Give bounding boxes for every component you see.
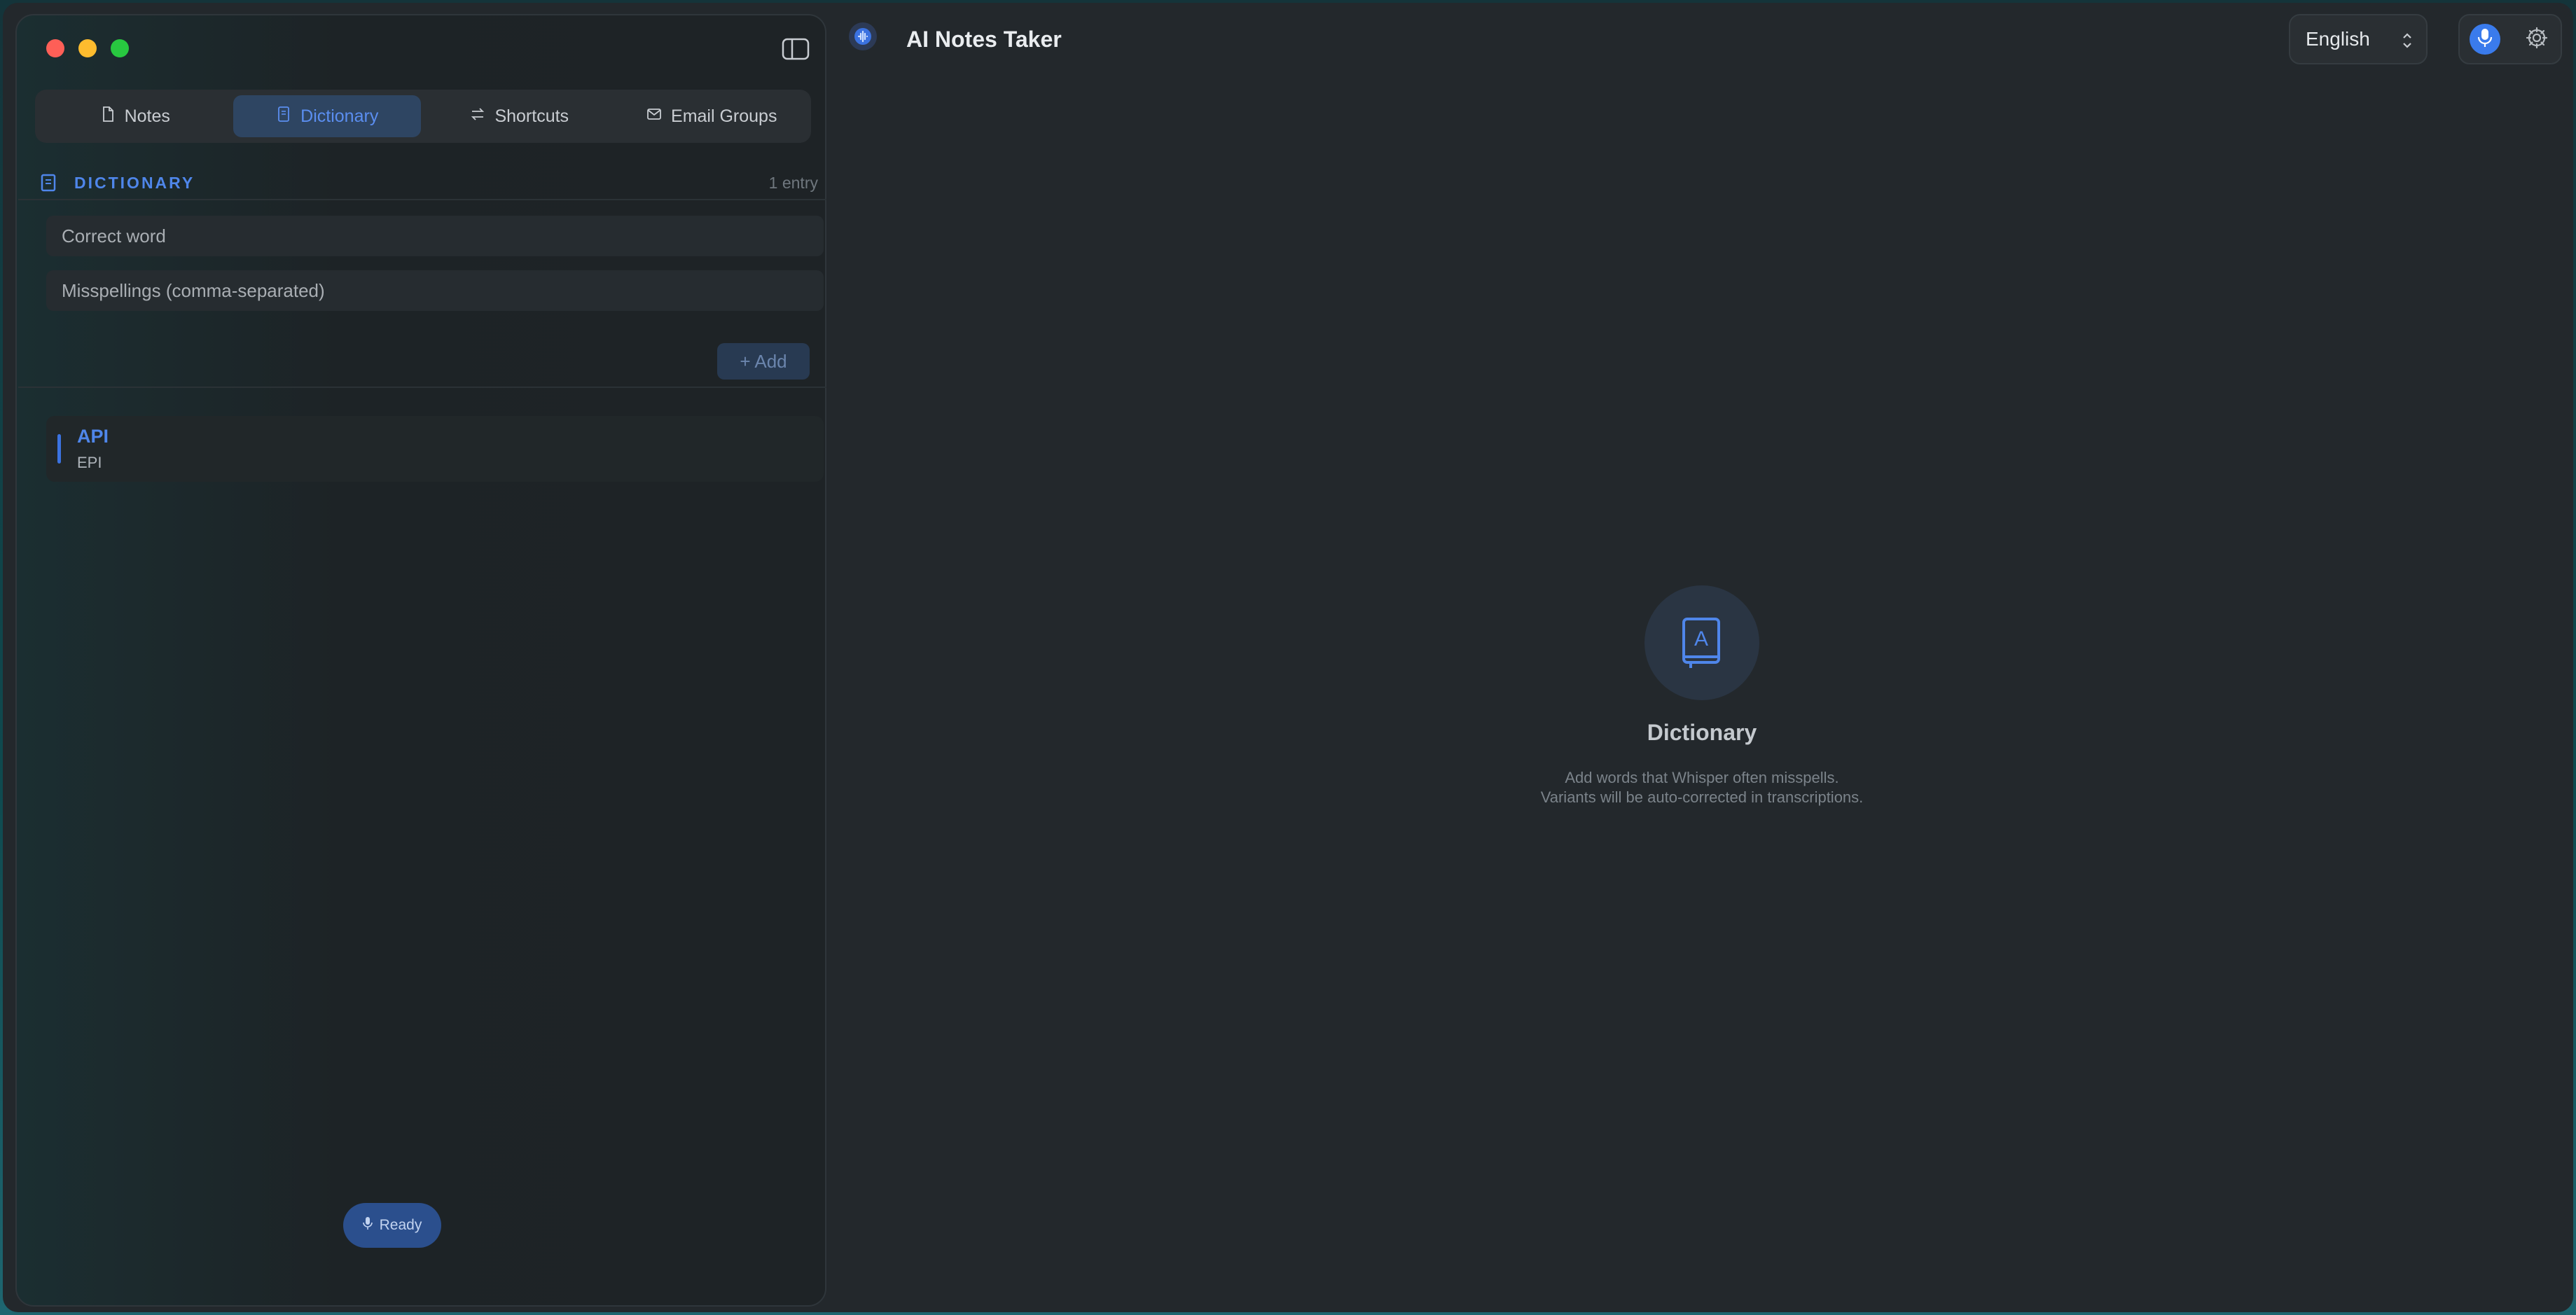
divider: [18, 387, 826, 388]
tab-label: Email Groups: [671, 106, 777, 126]
entry-count: 1 entry: [768, 174, 818, 192]
record-button[interactable]: [2470, 24, 2500, 55]
book-icon: [275, 106, 292, 127]
svg-text:A: A: [1694, 627, 1708, 650]
envelope-icon: [646, 106, 663, 127]
list-item[interactable]: API EPI: [46, 416, 824, 482]
empty-state-description: Variants will be auto-corrected in trans…: [1540, 788, 1864, 806]
gear-icon: [2525, 26, 2549, 53]
tab-bar: Notes Dictionary Shortcuts Email Groups: [35, 90, 811, 143]
chevron-up-down-icon: [2401, 31, 2414, 50]
empty-state-description: Add words that Whisper often misspells.: [1565, 769, 1839, 786]
tab-notes[interactable]: Notes: [41, 95, 229, 137]
minimize-window-button[interactable]: [78, 39, 97, 57]
status-label: Ready: [379, 1217, 422, 1233]
tab-label: Shortcuts: [494, 106, 569, 126]
settings-button[interactable]: [2523, 25, 2551, 53]
entry-misspellings: EPI: [77, 454, 102, 471]
misspellings-input[interactable]: [46, 270, 824, 311]
divider: [18, 199, 826, 200]
mic-icon: [362, 1216, 373, 1234]
add-button[interactable]: + Add: [717, 343, 810, 380]
header-actions: [2458, 14, 2562, 64]
section-title: DICTIONARY: [74, 174, 195, 192]
close-window-button[interactable]: [46, 39, 64, 57]
tab-label: Dictionary: [300, 106, 379, 126]
add-label: + Add: [740, 350, 787, 372]
language-select[interactable]: English: [2289, 14, 2428, 64]
correct-word-input[interactable]: [46, 216, 824, 256]
tab-email-groups[interactable]: Email Groups: [618, 95, 806, 137]
dictionary-header: DICTIONARY 1 entry: [41, 171, 818, 196]
dictionary-empty-icon: A: [1644, 585, 1759, 700]
tab-shortcuts[interactable]: Shortcuts: [425, 95, 614, 137]
tab-label: Notes: [124, 106, 170, 126]
tab-dictionary[interactable]: Dictionary: [233, 95, 421, 137]
document-icon: [99, 106, 116, 127]
entry-accent-bar: [57, 434, 61, 464]
status-badge[interactable]: Ready: [343, 1203, 441, 1248]
language-value: English: [2306, 28, 2370, 50]
app-window: Notes Dictionary Shortcuts Email Groups …: [3, 3, 2573, 1312]
book-icon: [41, 174, 56, 192]
app-logo-icon: [849, 22, 877, 50]
sidebar: Notes Dictionary Shortcuts Email Groups …: [15, 14, 826, 1307]
empty-state-title: Dictionary: [1647, 720, 1757, 745]
arrows-icon: [469, 106, 486, 127]
entry-word: API: [77, 426, 109, 447]
zoom-window-button[interactable]: [111, 39, 129, 57]
sidebar-toggle-icon[interactable]: [782, 38, 810, 60]
page-title: AI Notes Taker: [906, 27, 1062, 52]
mic-icon: [2477, 27, 2493, 52]
